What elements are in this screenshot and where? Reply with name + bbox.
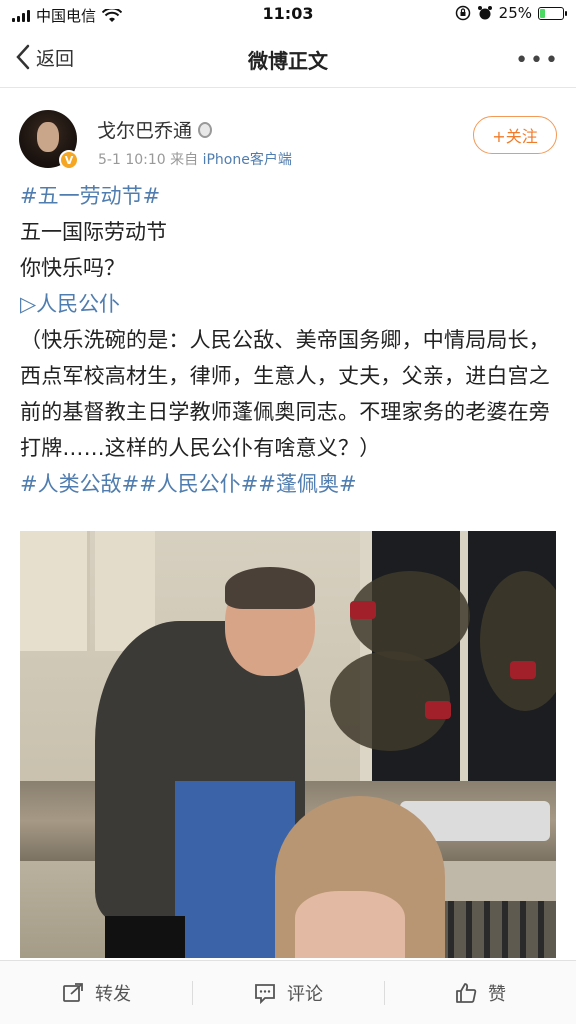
follow-button[interactable]: +关注 [473,116,557,154]
hashtag-labor-day[interactable]: #五一劳动节# [20,184,160,208]
rotation-lock-icon [455,5,470,21]
repost-label: 转发 [95,983,131,1005]
source-prefix: 来自 [170,152,199,168]
post-meta: 5-1 10:10 来自 iPhone客户端 [98,149,292,169]
like-label: 赞 [488,983,506,1005]
link-people-servant[interactable]: ▷人民公仆 [20,292,120,316]
author-name[interactable]: 戈尔巴乔通 [97,116,192,143]
author-row: V 戈尔巴乔通 5-1 10:10 来自 iPhone客户端 +关注 [0,100,576,180]
share-icon [63,982,83,1002]
status-bar: 中国电信 11:03 25% [0,0,576,30]
repost-button[interactable]: 转发 [0,961,192,1024]
follow-label: +关注 [492,127,538,146]
comment-label: 评论 [287,983,323,1005]
verified-badge-icon: V [59,150,79,170]
more-dots-icon[interactable]: ••• [515,48,560,73]
alarm-icon [477,6,492,20]
hashtags-bottom[interactable]: #人类公敌##人民公仆##蓬佩奥# [20,472,357,496]
like-button[interactable]: 赞 [384,961,576,1024]
comment-icon [255,983,275,1004]
battery-percent: 25% [498,4,532,22]
action-bar: 转发 评论 赞 [0,960,576,1024]
post-line-1: 五一国际劳动节 [20,220,167,244]
status-right: 25% [455,4,567,22]
post-line-2: 你快乐吗？ [20,256,125,280]
medal-icon [198,121,213,138]
like-icon [456,982,477,1003]
post-source[interactable]: iPhone客户端 [203,152,292,168]
page-title: 微博正文 [248,49,328,73]
post-image[interactable] [20,531,556,958]
comment-button[interactable]: 评论 [192,961,384,1024]
post-paragraph: （快乐洗碗的是：人民公敌、美帝国务卿，中情局局长，西点军校高材生，律师，生意人，… [20,328,550,460]
nav-bar: 返回 微博正文 ••• [0,30,576,88]
post-time: 5-1 10:10 [98,152,166,168]
post-content: #五一劳动节# 五一国际劳动节 你快乐吗？ ▷人民公仆 （快乐洗碗的是：人民公敌… [20,178,560,502]
battery-icon [538,6,567,20]
author-name-row[interactable]: 戈尔巴乔通 [97,116,213,143]
